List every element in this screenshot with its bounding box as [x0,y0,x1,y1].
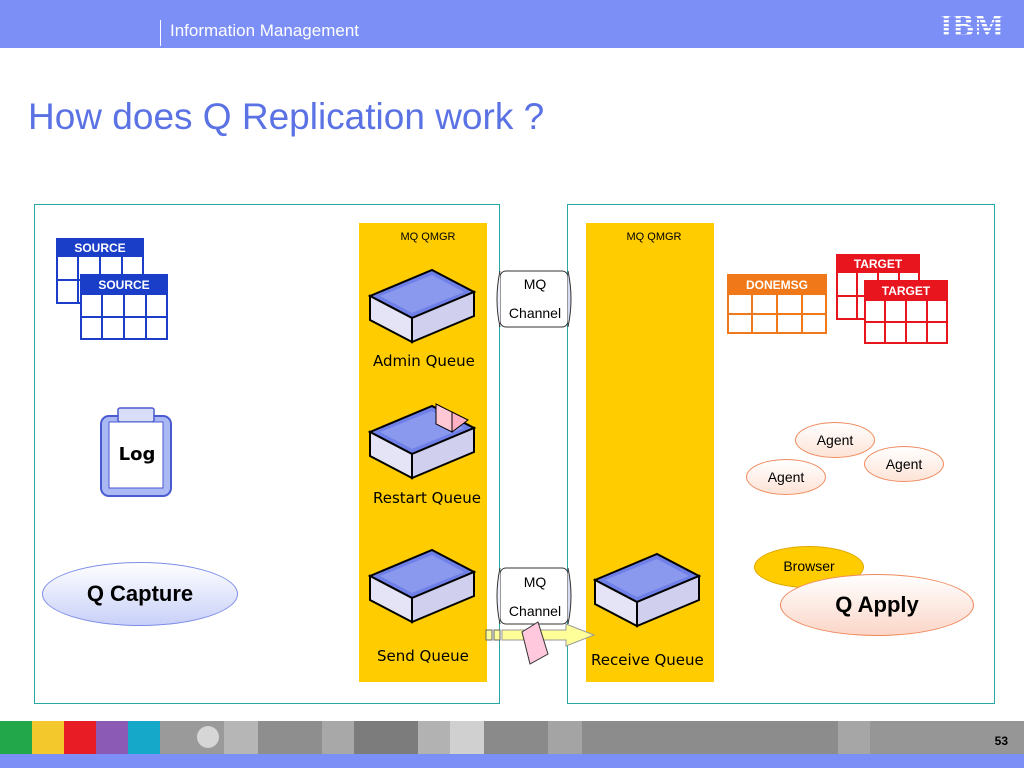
page-title: How does Q Replication work ? [28,96,545,137]
q-apply-label: Q Apply [835,592,919,617]
q-apply-oval: Q Apply [780,574,974,636]
target-table-front-title: TARGET [881,284,931,298]
mq-channel-1-line2: Channel [508,305,562,321]
donemsg-table-title: DONEMSG [745,278,808,292]
ibm-logo: IBM [940,8,1004,40]
header-bar [0,0,1024,48]
agent-oval-3: Agent [746,459,826,495]
header-separator [160,20,161,46]
header-title: Information Management [170,21,359,40]
footer-bar [0,754,1024,768]
restart-queue-icon [368,403,476,480]
message-transfer-arrow [485,621,596,665]
source-table-front-title: SOURCE [98,278,150,292]
admin-queue-label: Admin Queue [373,352,475,370]
agent-oval-2: Agent [864,446,944,482]
q-capture-oval: Q Capture [42,562,238,626]
browser-label: Browser [783,558,835,574]
target-qmgr-label: MQ QMGR [626,231,682,243]
restart-queue-label: Restart Queue [373,489,481,507]
admin-queue-icon [368,268,476,344]
receive-queue-icon [593,552,701,628]
send-queue-label: Send Queue [377,647,469,665]
source-qmgr-label: MQ QMGR [400,231,456,243]
mq-channel-2-line2: Channel [508,603,562,619]
mq-channel-1-line1: MQ [523,276,547,292]
log-label: Log [118,444,156,465]
receive-queue-label: Receive Queue [591,651,704,669]
footer-image-strip [0,721,1024,754]
q-capture-label: Q Capture [86,581,194,606]
source-table-back-title: SOURCE [74,241,126,255]
send-queue-icon [368,548,476,624]
mq-channel-2-line1: MQ [523,574,547,590]
page-number: 53 [994,734,1008,748]
target-table-back-title: TARGET [853,257,903,271]
svg-text:IBM: IBM [940,8,1004,40]
agent-oval-1: Agent [795,422,875,458]
